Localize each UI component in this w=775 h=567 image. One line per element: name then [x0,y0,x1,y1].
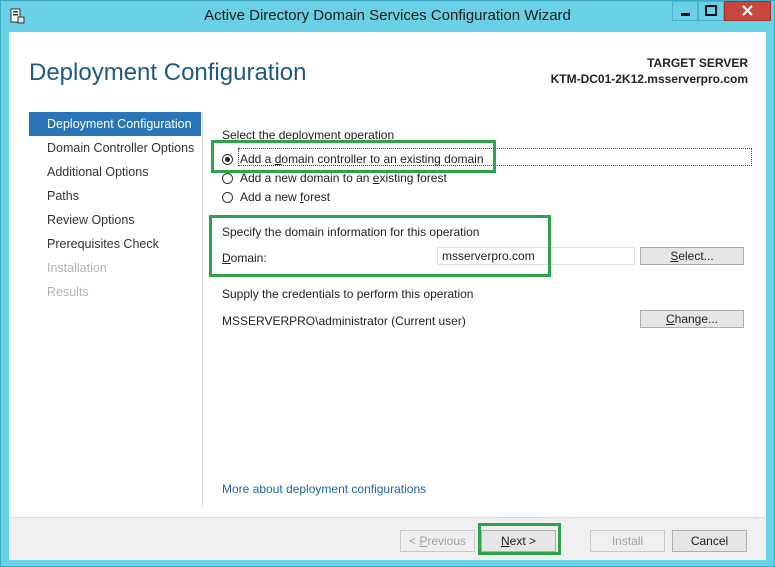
change-button[interactable]: Change... [640,310,744,328]
option-label: Add a new forest [240,190,331,204]
option-label: Add a domain controller to an existing d… [240,152,484,166]
nav-divider [202,112,203,507]
select-button[interactable]: Select... [640,247,744,265]
wizard-nav: Deployment Configuration Domain Controll… [29,112,201,304]
domain-input[interactable] [437,247,635,265]
nav-item-domain-controller-options[interactable]: Domain Controller Options [29,136,201,160]
domain-info-heading: Specify the domain information for this … [222,225,480,239]
nav-item-results: Results [47,285,89,299]
page-title: Deployment Configuration [29,59,307,86]
option-add-dc-existing-domain[interactable]: Add a domain controller to an existing d… [222,148,752,168]
install-button: Install [590,530,665,552]
previous-button: < Previous [400,530,475,552]
target-server-value: KTM-DC01-2K12.msserverpro.com [550,72,748,86]
nav-item-review-options[interactable]: Review Options [29,208,201,232]
operation-heading: Select the deployment operation [222,128,395,142]
option-add-new-forest[interactable]: Add a new forest [222,188,330,206]
radio-button-checked[interactable] [222,153,233,165]
nav-item-installation: Installation [47,261,107,275]
credentials-user: MSSERVERPRO\administrator (Current user) [222,314,466,328]
nav-item-deployment-configuration[interactable]: Deployment Configuration [29,112,201,136]
wizard-footer: < Previous Next > Install Cancel [9,517,766,560]
credentials-heading: Supply the credentials to perform this o… [222,287,474,301]
radio-button[interactable] [222,172,233,184]
title-bar[interactable]: Active Directory Domain Services Configu… [1,1,774,31]
close-icon [742,5,753,16]
target-server-label: TARGET SERVER [647,56,748,70]
maximize-icon [705,5,717,16]
nav-item-additional-options[interactable]: Additional Options [29,160,201,184]
more-about-deployment-link[interactable]: More about deployment configurations [222,482,426,496]
wizard-window: Active Directory Domain Services Configu… [0,0,775,567]
next-button[interactable]: Next > [481,530,556,552]
option-label: Add a new domain to an existing forest [240,171,447,185]
minimize-button[interactable] [672,1,698,21]
option-add-new-domain[interactable]: Add a new domain to an existing forest [222,169,447,187]
domain-label: Domain: [222,251,267,265]
window-title: Active Directory Domain Services Configu… [204,7,571,24]
cancel-button[interactable]: Cancel [672,530,747,552]
nav-item-paths[interactable]: Paths [29,184,201,208]
maximize-button[interactable] [698,1,724,21]
minimize-icon [681,13,690,16]
close-button[interactable] [724,1,771,21]
radio-button[interactable] [222,191,233,203]
nav-item-prerequisites-check[interactable]: Prerequisites Check [29,232,201,256]
wizard-client: Deployment Configuration TARGET SERVER K… [9,32,766,560]
